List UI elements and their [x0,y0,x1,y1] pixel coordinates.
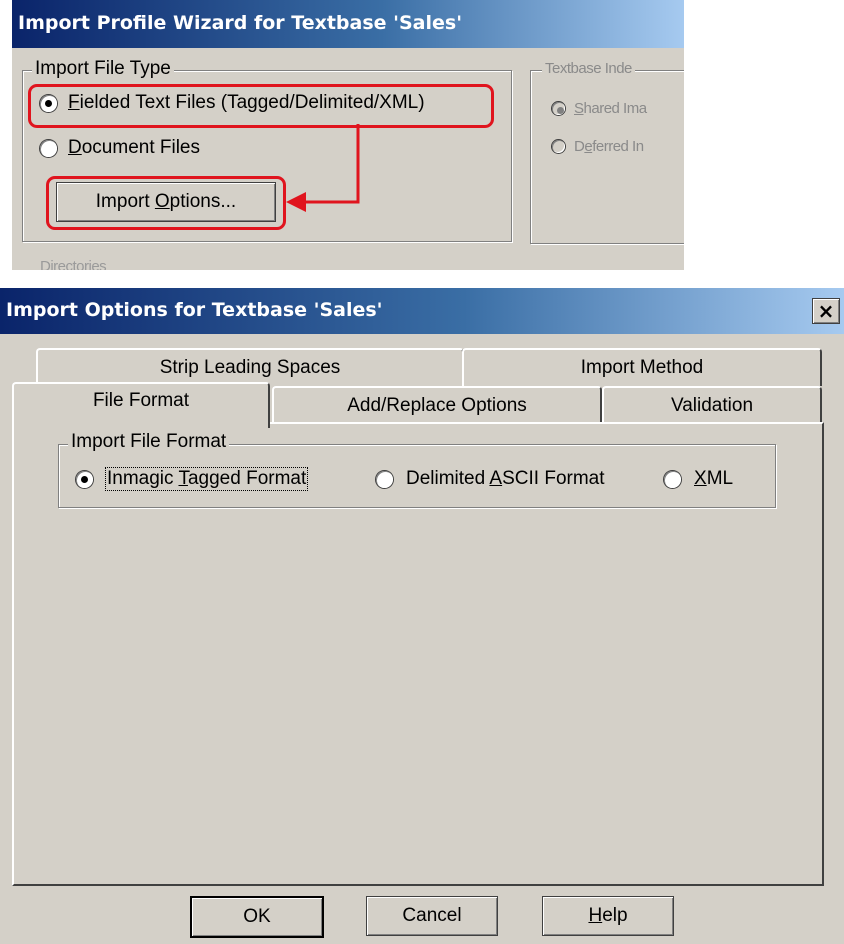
help-button[interactable]: Help [542,896,674,936]
wizard-title-bar: Import Profile Wizard for Textbase 'Sale… [12,0,684,48]
directories-label-cut: Directories [40,258,107,270]
inmagic-tagged-radio[interactable] [76,471,93,488]
ok-button[interactable]: OK [190,896,324,938]
cancel-button[interactable]: Cancel [366,896,498,936]
file-format-panel: Import File Format Inmagic Tagged Format… [12,422,824,886]
tab-import-method-label: Import Method [580,357,704,378]
tab-import-method[interactable]: Import Method [462,348,822,386]
tab-add-replace-options-label: Add/Replace Options [347,395,527,416]
close-button[interactable]: × [812,298,840,324]
xml-radio[interactable] [664,471,681,488]
import-file-format-label: Import File Format [68,431,230,453]
delimited-ascii-radio[interactable] [376,471,393,488]
dialog-title: Import Options for Textbase 'Sales' [6,299,383,321]
document-files-label: Document Files [68,137,201,158]
import-profile-wizard: Import Profile Wizard for Textbase 'Sale… [12,0,684,270]
tab-validation[interactable]: Validation [602,386,822,424]
highlight-arrow [286,124,360,212]
textbase-index-group [530,70,684,244]
textbase-index-label: Textbase Inde [542,60,635,77]
tab-file-format[interactable]: File Format [12,382,270,428]
tab-strip-leading-spaces[interactable]: Strip Leading Spaces [36,348,464,386]
deferred-index-radio[interactable] [552,140,565,153]
wizard-title: Import Profile Wizard for Textbase 'Sale… [18,12,463,34]
deferred-index-label: Deferred In [574,138,644,155]
xml-label: XML [694,468,734,489]
import-options-dialog: Import Options for Textbase 'Sales' × St… [0,288,844,944]
delimited-ascii-label: Delimited ASCII Format [406,468,605,489]
highlight-import-options-button [46,176,286,230]
tab-strip-leading-spaces-label: Strip Leading Spaces [159,357,341,378]
tab-file-format-label: File Format [92,390,190,411]
highlight-fielded-text-option [28,84,494,128]
tab-add-replace-options[interactable]: Add/Replace Options [272,386,602,424]
shared-index-radio[interactable] [552,102,565,115]
tab-validation-label: Validation [670,395,754,416]
document-files-radio[interactable] [40,140,57,157]
inmagic-tagged-label: Inmagic Tagged Format [104,467,309,491]
shared-index-label: Shared Ima [574,100,647,117]
import-file-type-label: Import File Type [32,58,174,80]
dialog-title-bar: Import Options for Textbase 'Sales' × [0,288,844,334]
